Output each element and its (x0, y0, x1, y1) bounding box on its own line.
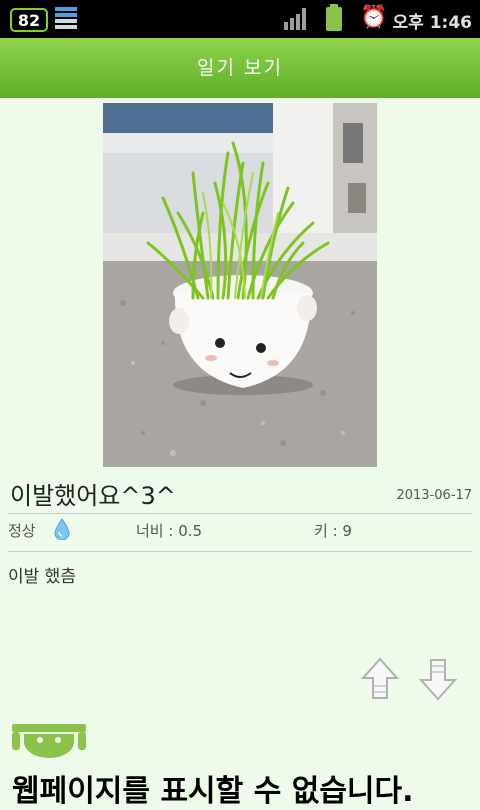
arrow-down-icon (418, 659, 458, 701)
status-bar: 82 ⏰ 오후 1:46 (0, 0, 480, 38)
status-label: 정상 (8, 522, 36, 540)
signal-icon (284, 8, 310, 30)
notification-count-badge: 82 (10, 8, 48, 32)
battery-icon (326, 4, 342, 31)
divider-bottom (8, 551, 472, 552)
width-value: 너비 : 0.5 (136, 522, 203, 540)
title-bar: 일기 보기 (0, 38, 480, 98)
page-title: 일기 보기 (197, 57, 283, 79)
entry-body: 이발 했츰 (8, 567, 76, 587)
divider-top (8, 513, 472, 514)
entry-date: 2013-06-17 (396, 488, 472, 503)
diary-photo[interactable] (103, 103, 377, 467)
water-drop-icon (54, 518, 70, 540)
storage-icon (55, 7, 77, 31)
stats-row: 정상 너비 : 0.5 키 : 9 (8, 518, 472, 540)
android-logo-icon (12, 724, 86, 758)
entry-title: 이발했어요^3^ (10, 482, 176, 510)
arrow-up-icon (360, 657, 400, 699)
alarm-icon: ⏰ (360, 5, 388, 30)
previous-entry-button[interactable] (360, 656, 400, 702)
height-value: 키 : 9 (314, 522, 352, 540)
grass-pot-illustration (103, 103, 377, 467)
next-entry-button[interactable] (418, 656, 458, 702)
status-time: 오후 1:46 (392, 13, 472, 33)
notification-count: 82 (17, 10, 41, 30)
webpage-error-message: 웹페이지를 표시할 수 없습니다. (12, 774, 414, 809)
